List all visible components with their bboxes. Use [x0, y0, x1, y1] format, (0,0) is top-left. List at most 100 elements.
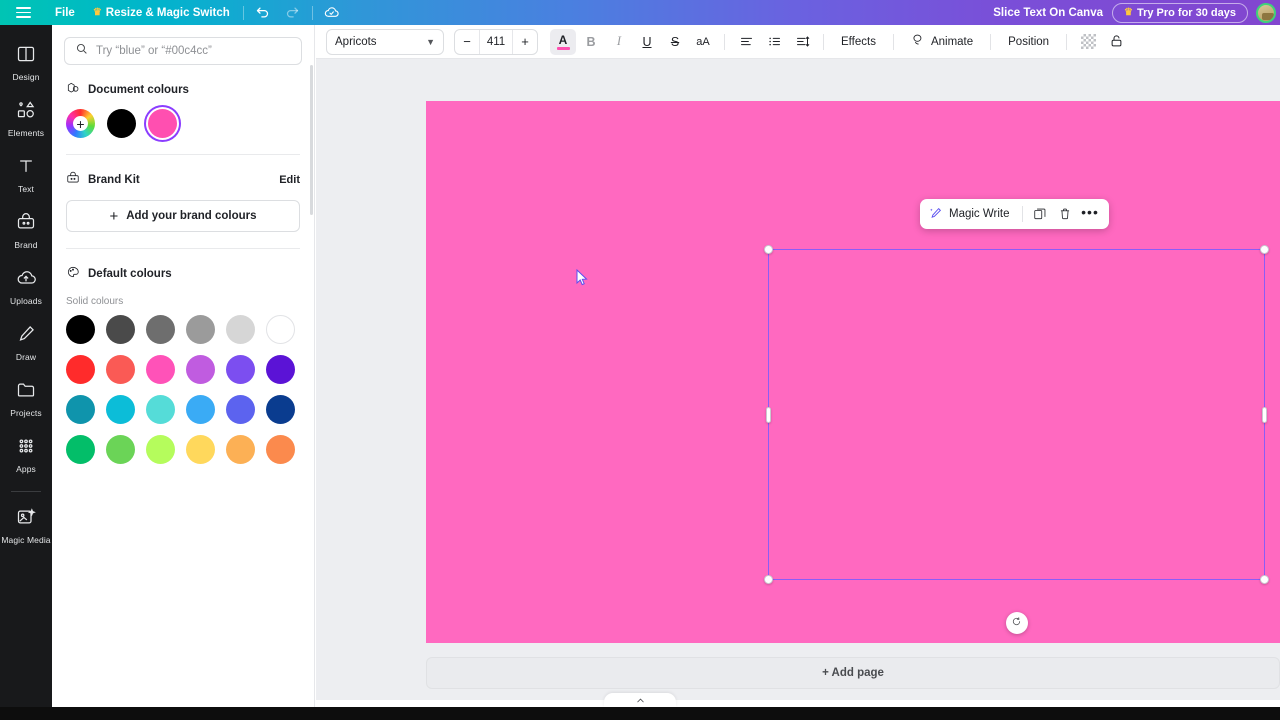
colour-swatch[interactable] [66, 395, 95, 424]
colour-swatch[interactable] [266, 395, 295, 424]
italic-button[interactable]: I [606, 29, 632, 55]
sidebar-item-label: Apps [16, 464, 36, 474]
colour-swatch[interactable] [66, 355, 95, 384]
expand-panel-handle[interactable] [604, 693, 676, 707]
font-family-select[interactable]: Apricots ▼ [326, 28, 444, 55]
sidebar-item-text[interactable]: Text [0, 149, 52, 201]
font-size-decrease-button[interactable]: − [455, 30, 479, 54]
colour-swatch[interactable] [186, 315, 215, 344]
panel-scrollbar[interactable] [310, 65, 313, 215]
add-page-button[interactable]: + Add page [426, 657, 1280, 689]
draw-icon [16, 324, 36, 349]
canvas-page[interactable]: Magic Write ••• [426, 101, 1280, 643]
colour-swatch[interactable] [266, 355, 295, 384]
colour-swatch[interactable] [106, 355, 135, 384]
document-colours-title: Document colours [88, 83, 189, 96]
colour-swatch[interactable] [146, 315, 175, 344]
sidebar-item-design[interactable]: Design [0, 37, 52, 89]
trash-icon[interactable] [1054, 203, 1077, 226]
selected-element-bounding-box[interactable] [764, 245, 1269, 634]
divider [724, 33, 725, 50]
animate-button[interactable]: Animate [902, 29, 982, 55]
sidebar-item-projects[interactable]: Projects [0, 373, 52, 425]
sidebar-item-magic-media[interactable]: Magic Media [0, 500, 52, 552]
colour-swatch[interactable] [186, 435, 215, 464]
colour-swatch[interactable] [106, 395, 135, 424]
colour-swatch[interactable] [106, 315, 135, 344]
sidebar-item-label: Uploads [10, 296, 42, 306]
project-title[interactable]: Slice Text On Canva [984, 0, 1112, 25]
colour-swatch[interactable] [226, 315, 255, 344]
rotate-handle[interactable] [1005, 612, 1028, 634]
colour-swatch[interactable] [146, 435, 175, 464]
sidebar-item-brand[interactable]: Brand [0, 205, 52, 257]
animate-label: Animate [930, 35, 974, 48]
hamburger-icon[interactable] [0, 0, 46, 25]
colour-swatch[interactable] [186, 395, 215, 424]
underline-button[interactable]: U [634, 29, 660, 55]
undo-icon[interactable] [248, 0, 278, 25]
colour-swatch[interactable] [226, 435, 255, 464]
add-brand-colours-button[interactable]: + Add your brand colours [66, 200, 300, 232]
duplicate-icon[interactable] [1029, 203, 1052, 226]
search-input[interactable] [96, 45, 291, 57]
cloud-check-icon[interactable] [317, 0, 347, 25]
sidebar-item-draw[interactable]: Draw [0, 317, 52, 369]
colour-swatch[interactable] [66, 435, 95, 464]
document-colour-swatch-pink[interactable] [148, 109, 177, 138]
sidebar-item-label: Elements [7, 128, 45, 138]
text-colour-button[interactable]: A [550, 28, 576, 55]
redo-icon[interactable] [278, 0, 308, 25]
document-colours-header: Document colours [52, 65, 314, 98]
magic-write-button[interactable]: Magic Write [927, 206, 1016, 223]
effects-button[interactable]: Effects [832, 29, 885, 55]
sidebar-item-label: Projects [10, 408, 42, 418]
colour-swatch[interactable] [106, 435, 135, 464]
sidebar-item-label: Magic Media [1, 535, 51, 545]
resize-handle-bottom-right[interactable] [1260, 575, 1269, 584]
mouse-cursor [576, 269, 588, 286]
font-size-value[interactable]: 411 [479, 29, 513, 54]
search-container [52, 25, 314, 65]
brand-kit-edit-button[interactable]: Edit [279, 174, 300, 186]
colour-swatch[interactable] [226, 395, 255, 424]
resize-magic-switch-button[interactable]: ♛ Resize & Magic Switch [84, 0, 239, 25]
resize-handle-middle-right[interactable] [1262, 406, 1267, 423]
sidebar-item-uploads[interactable]: Uploads [0, 261, 52, 313]
letter-case-button[interactable]: aA [690, 29, 716, 55]
position-button[interactable]: Position [999, 29, 1058, 55]
resize-handle-bottom-left[interactable] [764, 575, 773, 584]
colour-swatch[interactable] [266, 435, 295, 464]
colour-swatch[interactable] [226, 355, 255, 384]
transparency-icon[interactable] [1075, 29, 1101, 55]
lock-icon[interactable] [1103, 29, 1129, 55]
more-options-icon[interactable]: ••• [1079, 203, 1102, 226]
font-size-increase-button[interactable]: + [513, 30, 537, 54]
colour-swatch[interactable] [186, 355, 215, 384]
default-colours-grid [52, 307, 314, 464]
search-box[interactable] [64, 37, 302, 65]
bullet-list-icon[interactable] [761, 29, 787, 55]
add-colour-swatch[interactable] [66, 109, 95, 138]
colour-swatch[interactable] [266, 315, 295, 344]
strikethrough-button[interactable]: S [662, 29, 688, 55]
colour-swatch[interactable] [146, 395, 175, 424]
sidebar-item-apps[interactable]: Apps [0, 429, 52, 481]
document-colour-swatch-black[interactable] [107, 109, 136, 138]
sidebar-item-elements[interactable]: Elements [0, 93, 52, 145]
bold-button[interactable]: B [578, 29, 604, 55]
resize-handle-top-left[interactable] [764, 245, 773, 254]
try-pro-button[interactable]: ♛ Try Pro for 30 days [1111, 2, 1248, 23]
design-icon [16, 44, 36, 69]
resize-handle-middle-left[interactable] [766, 406, 771, 423]
sidebar-item-label: Design [12, 72, 40, 82]
resize-handle-top-right[interactable] [1260, 245, 1269, 254]
avatar[interactable] [1256, 2, 1276, 23]
colour-swatch[interactable] [146, 355, 175, 384]
line-spacing-icon[interactable] [789, 29, 815, 55]
colour-swatch[interactable] [66, 315, 95, 344]
file-menu[interactable]: File [46, 0, 84, 25]
align-left-icon[interactable] [733, 29, 759, 55]
search-icon [75, 42, 88, 60]
sidebar-item-label: Draw [15, 352, 37, 362]
